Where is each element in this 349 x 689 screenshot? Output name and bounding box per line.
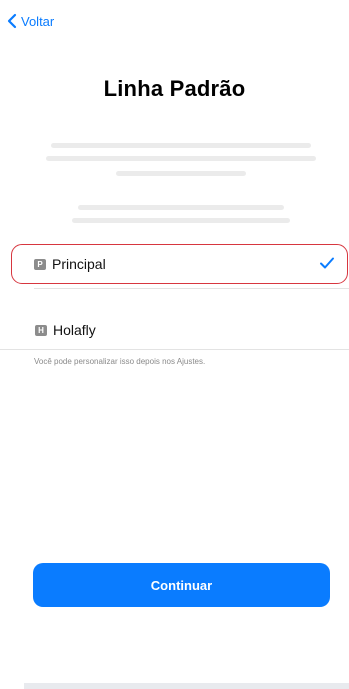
line-badge-icon: P <box>34 258 46 270</box>
placeholder-line <box>116 171 246 176</box>
back-button[interactable]: Voltar <box>6 10 54 32</box>
line-badge-icon: H <box>35 324 47 336</box>
option-principal[interactable]: P Principal <box>11 244 348 284</box>
option-holafly[interactable]: H Holafly <box>12 311 348 349</box>
placeholder-line <box>78 205 284 210</box>
divider <box>34 288 349 289</box>
option-label: Holafly <box>53 322 96 338</box>
placeholder-line <box>72 218 290 223</box>
hint-text: Você pode personalizar isso depois nos A… <box>34 357 206 366</box>
checkmark-icon <box>320 257 334 269</box>
divider <box>0 349 349 350</box>
continue-button[interactable]: Continuar <box>33 563 330 607</box>
placeholder-line <box>51 143 311 148</box>
bottom-bar <box>24 683 349 689</box>
option-label: Principal <box>52 256 106 272</box>
chevron-left-icon <box>7 13 17 29</box>
page-title: Linha Padrão <box>103 76 246 101</box>
placeholder-line <box>46 156 316 161</box>
back-label: Voltar <box>21 13 55 29</box>
